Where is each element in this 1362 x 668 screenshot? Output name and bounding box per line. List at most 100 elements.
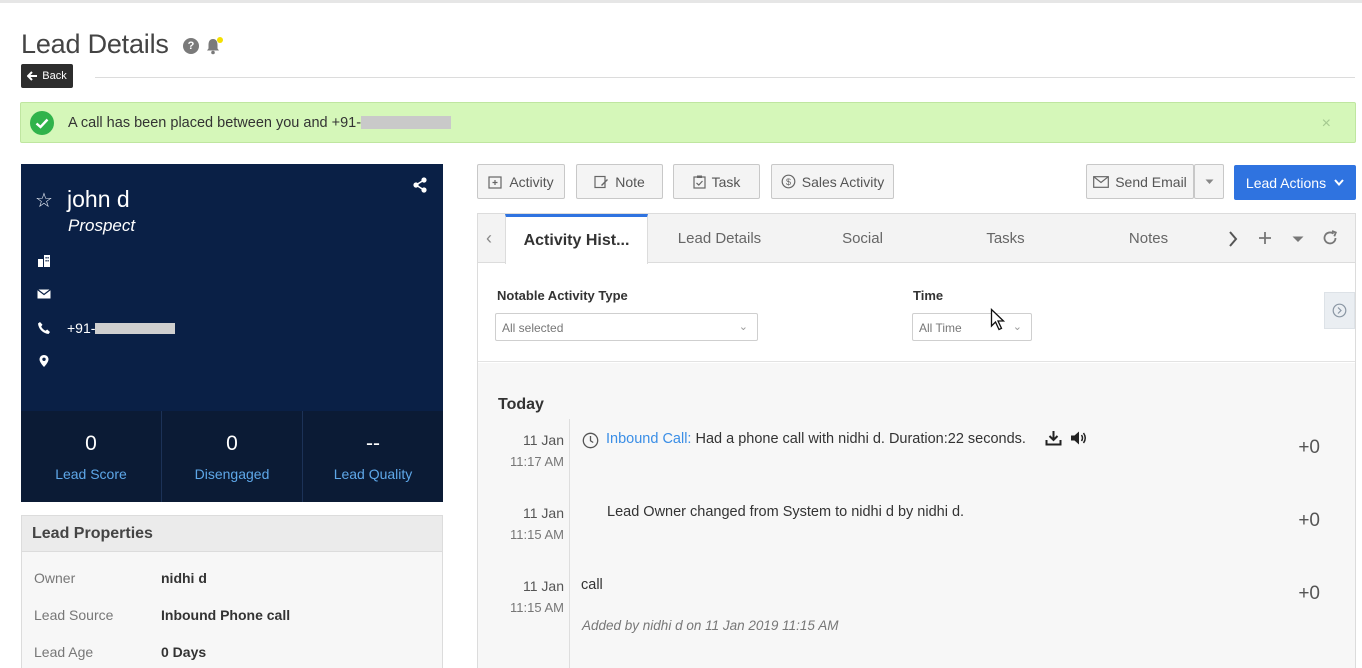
company-icon bbox=[38, 255, 50, 267]
lead-actions-button[interactable]: Lead Actions bbox=[1234, 165, 1356, 200]
add-note-button[interactable]: Note bbox=[576, 164, 663, 199]
lead-name: john d bbox=[67, 186, 130, 212]
check-circle-icon bbox=[30, 111, 54, 135]
phone-prefix: +91- bbox=[67, 320, 96, 336]
activity-time: 11:15 AM bbox=[510, 527, 564, 542]
chevron-down-icon: ⌄ bbox=[738, 321, 748, 333]
chevron-right-icon[interactable] bbox=[1228, 231, 1238, 247]
circle-chevron-right-icon bbox=[1332, 303, 1347, 318]
phone-number[interactable]: +91- bbox=[67, 320, 176, 336]
property-key: Lead Source bbox=[34, 607, 114, 623]
back-button[interactable]: Back bbox=[21, 64, 73, 88]
task-icon bbox=[692, 175, 706, 189]
back-label: Back bbox=[42, 70, 67, 82]
send-email-button[interactable]: Send Email bbox=[1086, 164, 1194, 199]
lead-quality-stat: -- Lead Quality bbox=[303, 411, 443, 502]
time-select[interactable]: All Time ⌄ bbox=[912, 313, 1032, 341]
top-border bbox=[0, 0, 1362, 3]
activity-feed: Today 11 Jan 11:17 AM Inbound Call: Had … bbox=[478, 363, 1355, 668]
add-activity-icon bbox=[488, 175, 502, 189]
phone-row[interactable]: +91- bbox=[37, 320, 417, 336]
mouse-cursor-icon bbox=[990, 308, 1006, 331]
activity-meta: Added by nidhi d on 11 Jan 2019 11:15 AM bbox=[582, 618, 839, 633]
chevron-down-icon: ⌄ bbox=[1012, 321, 1022, 333]
page-title: Lead Details bbox=[21, 29, 169, 59]
tab-lead-details[interactable]: Lead Details bbox=[648, 214, 791, 263]
send-email-label: Send Email bbox=[1115, 173, 1187, 190]
expand-panel-button[interactable] bbox=[1324, 292, 1355, 329]
phone-icon bbox=[38, 322, 50, 334]
activity-time: 11:17 AM bbox=[510, 454, 564, 469]
lead-profile-card: ☆ john d Prospect +91- 0 Lead Score 0 Di… bbox=[21, 164, 443, 502]
tab-notes[interactable]: Notes bbox=[1077, 214, 1220, 263]
activity-date: 11 Jan bbox=[523, 505, 564, 521]
note-label: Note bbox=[615, 173, 645, 190]
tab-social[interactable]: Social bbox=[791, 214, 934, 263]
tab-tasks[interactable]: Tasks bbox=[934, 214, 1077, 263]
tab-bar: ‹ Activity Hist... Lead Details Social T… bbox=[478, 214, 1355, 264]
notification-bell-icon[interactable] bbox=[204, 36, 224, 56]
help-icon[interactable]: ? bbox=[183, 38, 199, 54]
company-row bbox=[37, 254, 417, 267]
activity-description: Lead Owner changed from System to nidhi … bbox=[607, 504, 965, 520]
property-value: nidhi d bbox=[161, 570, 207, 586]
email-row bbox=[37, 289, 417, 299]
dollar-circle-icon: $ bbox=[781, 174, 796, 189]
redacted-phone bbox=[361, 116, 452, 129]
activity-description: Inbound Call: Had a phone call with nidh… bbox=[606, 431, 1026, 447]
send-email-dropdown-toggle[interactable] bbox=[1194, 164, 1224, 199]
close-icon[interactable]: × bbox=[1322, 115, 1331, 133]
time-label: Time bbox=[913, 288, 944, 303]
add-task-button[interactable]: Task bbox=[673, 164, 760, 199]
location-row bbox=[37, 354, 417, 368]
sales-activity-label: Sales Activity bbox=[801, 173, 885, 190]
alert-message: A call has been placed between you and +… bbox=[68, 115, 452, 131]
chevron-left-icon[interactable]: ‹ bbox=[486, 228, 492, 249]
activity-filters: Notable Activity Type All selected ⌄ Tim… bbox=[478, 263, 1355, 362]
activity-date: 11 Jan bbox=[523, 432, 564, 448]
inbound-call-link[interactable]: Inbound Call: bbox=[606, 431, 691, 447]
location-pin-icon bbox=[39, 355, 49, 367]
lead-score-label[interactable]: Lead Score bbox=[55, 466, 127, 482]
envelope-icon bbox=[1093, 175, 1110, 188]
refresh-icon[interactable] bbox=[1322, 230, 1338, 246]
plus-icon[interactable] bbox=[1258, 231, 1272, 245]
activity-label: Activity bbox=[509, 173, 554, 190]
disengaged-stat: 0 Disengaged bbox=[162, 411, 303, 502]
caret-down-icon bbox=[1205, 179, 1213, 184]
speaker-icon[interactable] bbox=[1070, 430, 1088, 446]
disengaged-value: 0 bbox=[226, 431, 238, 455]
feed-day-heading: Today bbox=[498, 396, 544, 413]
call-placed-alert: A call has been placed between you and +… bbox=[20, 102, 1356, 143]
time-value: All Time bbox=[919, 321, 962, 335]
lead-actions-label: Lead Actions bbox=[1245, 174, 1327, 191]
download-icon[interactable] bbox=[1045, 430, 1062, 446]
divider bbox=[95, 77, 1355, 78]
chevron-down-icon bbox=[1334, 179, 1344, 186]
arrow-left-icon bbox=[27, 71, 38, 81]
star-icon[interactable]: ☆ bbox=[35, 188, 53, 213]
sales-activity-button[interactable]: $ Sales Activity bbox=[771, 164, 894, 199]
caret-down-icon[interactable] bbox=[1292, 236, 1304, 243]
note-icon bbox=[594, 175, 609, 188]
property-value: Inbound Phone call bbox=[161, 607, 291, 623]
timeline-line bbox=[569, 419, 570, 668]
activity-type-select[interactable]: All selected ⌄ bbox=[495, 313, 758, 341]
activity-description: call bbox=[581, 577, 603, 593]
lead-score-stat: 0 Lead Score bbox=[21, 411, 162, 502]
activity-score: +0 bbox=[1298, 583, 1320, 604]
disengaged-label[interactable]: Disengaged bbox=[195, 466, 270, 482]
tab-activity-history[interactable]: Activity Hist... bbox=[505, 214, 648, 264]
lead-quality-label[interactable]: Lead Quality bbox=[334, 466, 413, 482]
activity-date: 11 Jan bbox=[523, 578, 564, 594]
share-icon[interactable] bbox=[411, 176, 429, 194]
property-key: Owner bbox=[34, 570, 76, 586]
lead-properties-panel: Lead Properties Owner nidhi d Lead Sourc… bbox=[21, 515, 443, 668]
lead-score-value: 0 bbox=[85, 431, 97, 455]
redacted-phone bbox=[95, 323, 176, 334]
lead-stage: Prospect bbox=[68, 216, 136, 235]
add-activity-button[interactable]: Activity bbox=[477, 164, 565, 199]
activity-type-value: All selected bbox=[502, 321, 564, 335]
clock-icon bbox=[582, 432, 599, 449]
lead-properties-heading: Lead Properties bbox=[22, 516, 442, 552]
